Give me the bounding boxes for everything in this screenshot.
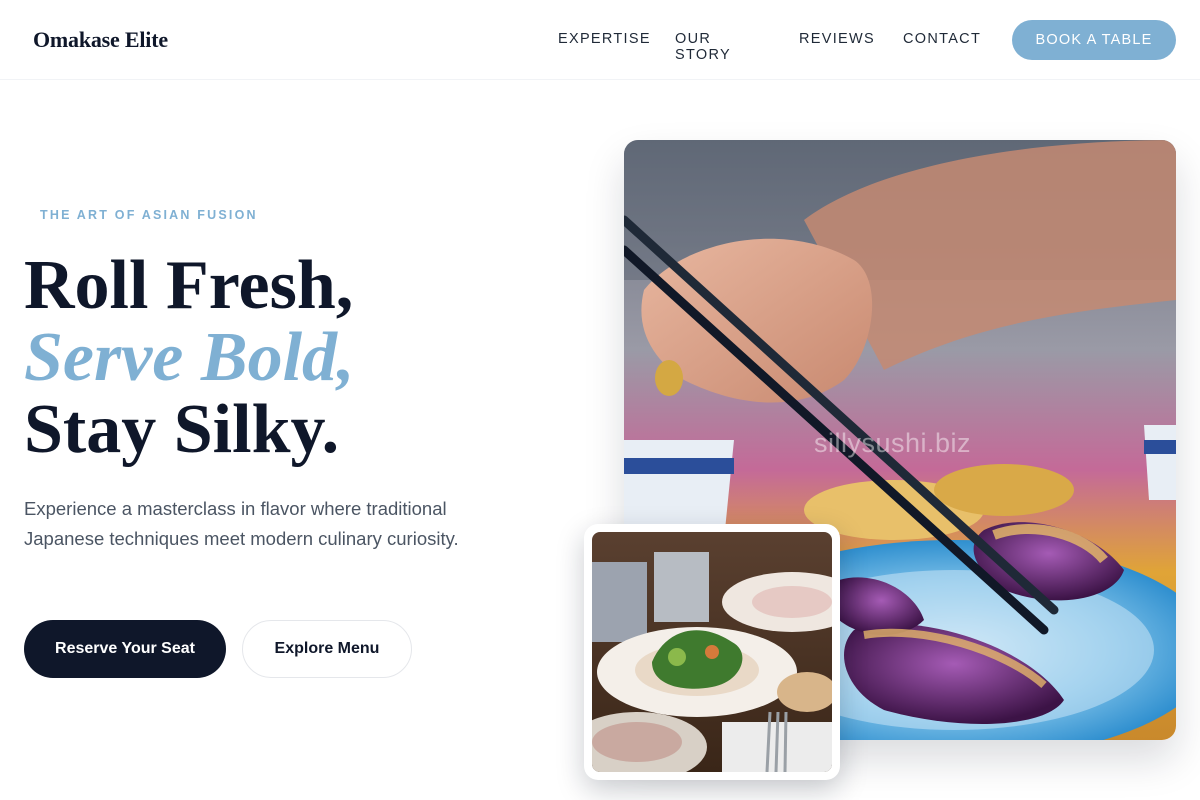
hero-description: Experience a masterclass in flavor where… xyxy=(24,498,459,549)
hero-eyebrow: THE ART OF ASIAN FUSION xyxy=(40,208,258,222)
plated-dish-photo xyxy=(592,532,832,772)
explore-menu-button[interactable]: Explore Menu xyxy=(242,620,412,678)
reserve-seat-button[interactable]: Reserve Your Seat xyxy=(24,620,226,678)
nav-link-our-story[interactable]: OUR STORY xyxy=(675,31,731,63)
nav-link-contact[interactable]: CONTACT xyxy=(903,31,981,47)
headline-line-3: Stay Silky. xyxy=(24,391,340,468)
hero-headline: Roll Fresh, Serve Bold, Stay Silky. xyxy=(24,250,355,466)
inset-photo-illustration xyxy=(592,532,832,772)
headline-line-1: Roll Fresh, xyxy=(24,247,354,324)
brand-logo[interactable]: Omakase Elite xyxy=(33,27,168,53)
top-nav: Omakase Elite EXPERTISE OUR STORY REVIEW… xyxy=(0,0,1200,80)
book-table-button[interactable]: BOOK A TABLE xyxy=(1012,20,1176,60)
nav-link-reviews[interactable]: REVIEWS xyxy=(799,31,875,47)
photo-watermark: sillysushi.biz xyxy=(814,428,972,458)
inset-photo-card xyxy=(584,524,840,780)
nav-link-expertise[interactable]: EXPERTISE xyxy=(558,31,651,47)
headline-line-2: Serve Bold, xyxy=(24,319,355,396)
